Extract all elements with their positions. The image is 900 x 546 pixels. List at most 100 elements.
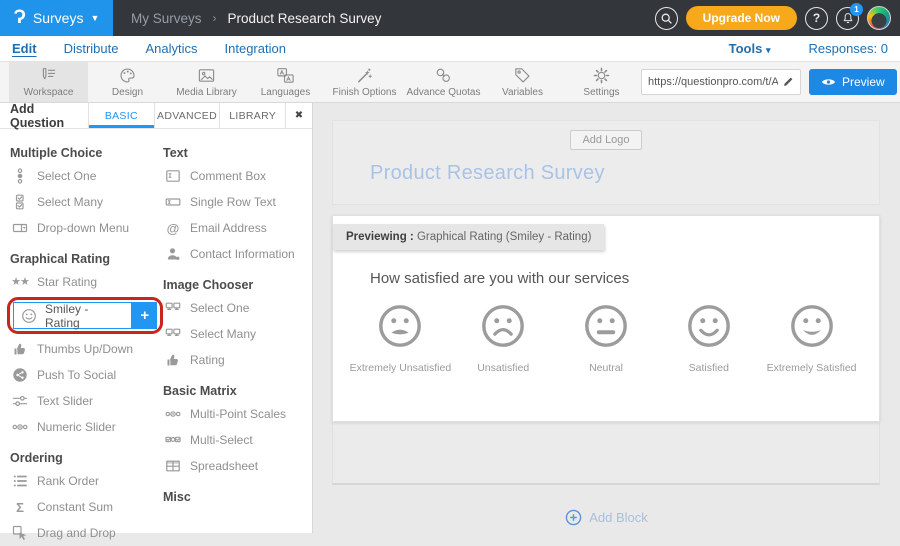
question-type-push-to-social[interactable]: Push To Social	[10, 362, 163, 388]
search-button[interactable]	[655, 7, 678, 30]
item-label: Multi-Select	[190, 433, 253, 447]
tool-gear[interactable]: Settings	[562, 62, 641, 102]
question-type-text-slider[interactable]: Text Slider	[10, 388, 163, 414]
product-switcher[interactable]: Ɂ Surveys ▼	[0, 0, 113, 36]
add-logo-button[interactable]: Add Logo	[570, 130, 641, 150]
close-panel-button[interactable]: ✖	[285, 103, 312, 128]
help-button[interactable]: ?	[805, 7, 828, 30]
question-type-single-row-text[interactable]: Single Row Text	[163, 189, 308, 215]
question-type-drag-and-drop[interactable]: Drag and Drop	[10, 520, 163, 546]
notifications-button[interactable]: 1	[836, 7, 859, 30]
question-tab-basic[interactable]: BASIC	[88, 103, 154, 128]
add-question-type-button[interactable]: +	[132, 302, 157, 329]
smiley-option-neutral[interactable]: Neutral	[555, 303, 658, 374]
question-type-numeric-slider[interactable]: Numeric Slider	[10, 414, 163, 440]
survey-url-field[interactable]: https://questionpro.com/t/A	[641, 69, 801, 95]
thumb-icon	[10, 341, 30, 357]
question-type-multi-select[interactable]: Multi-Select	[163, 427, 308, 453]
question-tab-library[interactable]: LIBRARY	[219, 103, 285, 128]
add-question-panel: Add Question BASICADVANCEDLIBRARY ✖ Mult…	[0, 103, 313, 533]
tools-menu[interactable]: Tools ▾	[729, 41, 771, 56]
tool-tiles: Workspace DesignMedia LibraryLanguagesFin…	[9, 62, 641, 102]
item-label: Email Address	[190, 221, 267, 235]
tool-chain[interactable]: Advance Quotas	[404, 62, 483, 102]
checkbox-stack-icon	[10, 194, 30, 210]
toolbar: Workspace DesignMedia LibraryLanguagesFin…	[0, 62, 900, 103]
tool-label: Advance Quotas	[407, 87, 481, 98]
question-type-rank-order[interactable]: Rank Order	[10, 468, 163, 494]
breadcrumb: My Surveys › Product Research Survey	[131, 11, 381, 26]
person-icon	[163, 246, 183, 262]
tab-analytics[interactable]: Analytics	[145, 41, 197, 56]
option-label: Neutral	[589, 362, 623, 374]
tab-integration[interactable]: Integration	[225, 41, 286, 56]
question-type-smiley-rating[interactable]: Smiley - Rating	[13, 302, 132, 329]
survey-header-block[interactable]: Add Logo Product Research Survey	[332, 120, 880, 205]
question-text[interactable]: How satisfied are you with our services	[370, 270, 879, 287]
avatar[interactable]	[867, 6, 891, 30]
question-type-constant-sum[interactable]: ΣConstant Sum	[10, 494, 163, 520]
item-label: Select One	[37, 169, 96, 183]
toolbar-right: https://questionpro.com/t/A Preview	[641, 62, 900, 102]
breadcrumb-my-surveys[interactable]: My Surveys	[131, 11, 202, 26]
question-type-select-one[interactable]: Select One	[10, 163, 163, 189]
add-block-button[interactable]: Add Block	[313, 509, 900, 526]
question-type-thumbs-up-down[interactable]: Thumbs Up/Down	[10, 336, 163, 362]
question-type-email-address[interactable]: @Email Address	[163, 215, 308, 241]
section-heading: Misc	[163, 490, 308, 504]
section-heading: Ordering	[10, 451, 163, 465]
item-label: Constant Sum	[37, 500, 113, 514]
tool-wand[interactable]: Finish Options	[325, 62, 404, 102]
smiley-option-extremely-unsatisfied[interactable]: Extremely Unsatisfied	[349, 303, 452, 374]
section-heading: Multiple Choice	[10, 146, 163, 160]
question-type-star-rating[interactable]: ★★Star Rating	[10, 269, 163, 295]
question-type-select-many[interactable]: Select Many	[10, 189, 163, 215]
question-type-select-one[interactable]: Select One	[163, 295, 308, 321]
empty-block[interactable]	[332, 422, 880, 485]
tool-media[interactable]: Media Library	[167, 62, 246, 102]
section-graphical-rating: Graphical Rating★★Star RatingSmiley - Ra…	[10, 252, 163, 440]
smiley-flat-icon	[583, 303, 629, 349]
questionpro-logo-icon: Ɂ	[14, 8, 26, 27]
question-type-rating[interactable]: Rating	[163, 347, 308, 373]
question-type-spreadsheet[interactable]: Spreadsheet	[163, 453, 308, 479]
smiley-option-satisfied[interactable]: Satisfied	[657, 303, 760, 374]
preview-button[interactable]: Preview	[809, 69, 897, 95]
languages-icon	[276, 66, 295, 85]
eye-icon	[821, 77, 836, 87]
question-type-list: Multiple ChoiceSelect OneSelect ManyDrop…	[0, 129, 312, 546]
smiley-option-extremely-satisfied[interactable]: Extremely Satisfied	[760, 303, 863, 374]
dropdown-icon	[10, 220, 30, 236]
tab-edit[interactable]: Edit	[12, 41, 37, 56]
tab-distribute[interactable]: Distribute	[64, 41, 119, 56]
smiley-option-unsatisfied[interactable]: Unsatisfied	[452, 303, 555, 374]
question-type-comment-box[interactable]: Comment Box	[163, 163, 308, 189]
dots-icon	[10, 419, 30, 435]
commentbox-icon	[163, 168, 183, 184]
tool-label: Workspace	[24, 87, 74, 98]
section-text: Text Comment BoxSingle Row Text@Email Add…	[163, 146, 308, 267]
tool-languages[interactable]: Languages	[246, 62, 325, 102]
tool-tag[interactable]: Variables	[483, 62, 562, 102]
option-label: Satisfied	[689, 362, 729, 374]
tool-workspace[interactable]: Workspace	[9, 62, 88, 102]
search-icon	[660, 12, 673, 25]
add-question-header: Add Question BASICADVANCEDLIBRARY ✖	[0, 103, 312, 129]
upgrade-now-button[interactable]: Upgrade Now	[686, 6, 797, 30]
tool-design[interactable]: Design	[88, 62, 167, 102]
question-type-drop-down-menu[interactable]: Drop-down Menu	[10, 215, 163, 241]
survey-title[interactable]: Product Research Survey	[370, 162, 879, 185]
item-label: Select Many	[37, 195, 103, 209]
section-multiple-choice: Multiple Choice Select One Select Many Drop…	[10, 146, 163, 241]
item-label: Numeric Slider	[37, 420, 116, 434]
question-type-multi-point-scales[interactable]: Multi-Point Scales	[163, 401, 308, 427]
responses-count[interactable]: Responses: 0	[809, 41, 889, 56]
edit-pencil-icon[interactable]	[782, 76, 794, 88]
section-heading: Text	[163, 146, 308, 160]
question-tab-advanced[interactable]: ADVANCED	[154, 103, 220, 128]
section-heading: Image Chooser	[163, 278, 308, 292]
multiselect-icon	[163, 432, 183, 448]
question-type-select-many[interactable]: Select Many	[163, 321, 308, 347]
product-name: Surveys	[33, 10, 84, 26]
question-type-contact-information[interactable]: Contact Information	[163, 241, 308, 267]
